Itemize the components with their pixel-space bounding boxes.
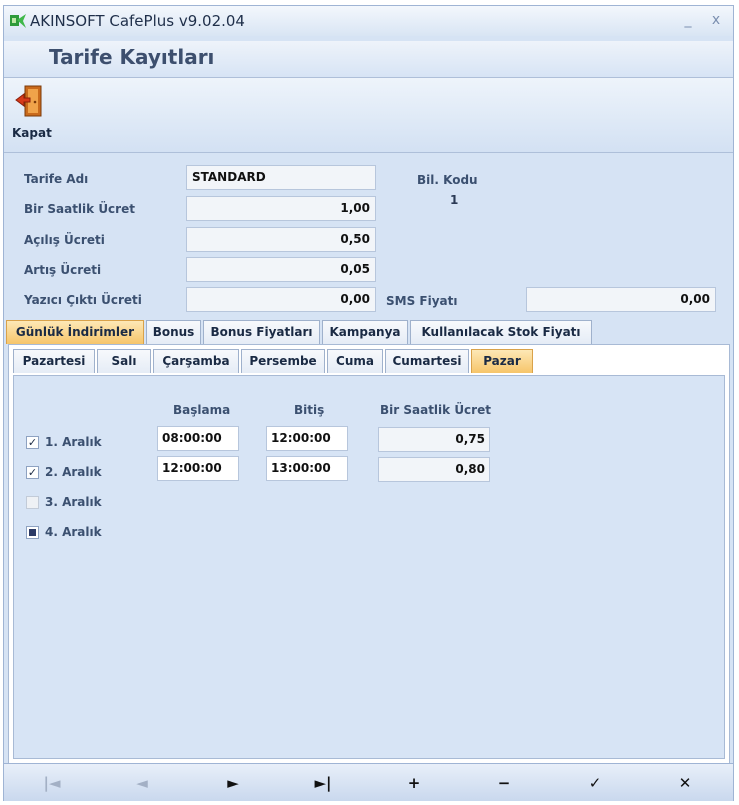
minimize-button[interactable]: _: [678, 10, 698, 30]
interval-4-label: 4. Aralık: [45, 525, 102, 539]
tab-persembe[interactable]: Persembe: [241, 349, 325, 373]
interval-1-start-field[interactable]: 08:00:00: [157, 426, 239, 451]
title-bar[interactable]: AKINSOFT CafePlus v9.02.04 _ x: [4, 6, 733, 36]
next-record-button[interactable]: ►: [213, 770, 253, 796]
bil-kodu-value: 1: [450, 193, 459, 207]
interval-1-end-field[interactable]: 12:00:00: [266, 426, 348, 451]
tab-cuma[interactable]: Cuma: [327, 349, 383, 373]
daily-discounts-panel: Pazartesi Salı Çarşamba Persembe Cuma Cu…: [8, 344, 730, 764]
yazici-cikti-ucreti-field[interactable]: 0,00: [186, 287, 376, 312]
page-header: Tarife Kayıtları: [4, 41, 733, 78]
bir-saatlik-ucret-field[interactable]: 1,00: [186, 196, 376, 221]
exit-door-icon: [15, 85, 42, 117]
close-toolbar-label: Kapat: [12, 126, 52, 140]
page-title: Tarife Kayıtları: [49, 45, 215, 69]
post-record-button[interactable]: ✓: [575, 770, 615, 796]
tab-gunluk-indirimler[interactable]: Günlük İndirimler: [6, 320, 144, 344]
bir-saatlik-ucret-label: Bir Saatlik Ücret: [24, 202, 135, 216]
interval-2-start-field[interactable]: 12:00:00: [157, 456, 239, 481]
start-column-header: Başlama: [173, 403, 231, 417]
tariff-form: Tarife Adı STANDARD Bir Saatlik Ücret 1,…: [4, 154, 733, 316]
tab-cumartesi[interactable]: Cumartesi: [385, 349, 469, 373]
close-window-button[interactable]: x: [706, 10, 726, 30]
record-navigator: |◄ ◄ ► ►| + − ✓ ✕: [4, 763, 733, 801]
interval-3-label: 3. Aralık: [45, 495, 102, 509]
delete-record-button[interactable]: −: [484, 770, 524, 796]
yazici-cikti-ucreti-label: Yazıcı Çıktı Ücreti: [24, 293, 142, 307]
intervals-panel: Başlama Bitiş Bir Saatlik Ücret ✓ 1. Ara…: [13, 375, 725, 759]
interval-2-end-field[interactable]: 13:00:00: [266, 456, 348, 481]
tab-pazar[interactable]: Pazar: [471, 349, 533, 373]
interval-2-checkbox[interactable]: ✓: [26, 466, 39, 479]
interval-2-label: 2. Aralık: [45, 465, 102, 479]
tab-kullanilacak-stok-fiyati[interactable]: Kullanılacak Stok Fiyatı: [410, 320, 592, 344]
interval-1-label: 1. Aralık: [45, 435, 102, 449]
cancel-record-button[interactable]: ✕: [665, 770, 705, 796]
bil-kodu-label: Bil. Kodu: [417, 173, 478, 187]
interval-2-price-field[interactable]: 0,80: [378, 457, 490, 482]
first-record-button[interactable]: |◄: [32, 770, 72, 796]
tab-kampanya[interactable]: Kampanya: [322, 320, 408, 344]
price-column-header: Bir Saatlik Ücret: [380, 403, 491, 417]
interval-3-checkbox[interactable]: [26, 496, 39, 509]
last-record-button[interactable]: ►|: [303, 770, 343, 796]
interval-1-checkbox[interactable]: ✓: [26, 436, 39, 449]
insert-record-button[interactable]: +: [394, 770, 434, 796]
acilis-ucreti-label: Açılış Ücreti: [24, 233, 105, 247]
sms-fiyati-label: SMS Fiyatı: [386, 294, 458, 308]
tarife-adi-label: Tarife Adı: [24, 172, 89, 186]
main-tab-strip: Günlük İndirimler Bonus Bonus Fiyatları …: [4, 320, 733, 346]
acilis-ucreti-field[interactable]: 0,50: [186, 227, 376, 252]
tab-sali[interactable]: Salı: [97, 349, 151, 373]
artis-ucreti-label: Artış Ücreti: [24, 263, 102, 277]
day-tab-strip: Pazartesi Salı Çarşamba Persembe Cuma Cu…: [11, 349, 727, 375]
sms-fiyati-field[interactable]: 0,00: [526, 287, 716, 312]
window-title: AKINSOFT CafePlus v9.02.04: [30, 12, 245, 30]
close-toolbar-button[interactable]: Kapat: [10, 82, 54, 146]
app-window: AKINSOFT CafePlus v9.02.04 _ x Tarife Ka…: [3, 5, 734, 801]
end-column-header: Bitiş: [294, 403, 325, 417]
interval-4-checkbox[interactable]: [26, 526, 39, 539]
toolbar: Kapat: [4, 78, 733, 153]
artis-ucreti-field[interactable]: 0,05: [186, 257, 376, 282]
cafeplus-logo-icon: [10, 14, 26, 28]
tab-pazartesi[interactable]: Pazartesi: [13, 349, 95, 373]
tab-bonus[interactable]: Bonus: [146, 320, 201, 344]
tab-carsamba[interactable]: Çarşamba: [153, 349, 239, 373]
interval-1-price-field[interactable]: 0,75: [378, 427, 490, 452]
prior-record-button[interactable]: ◄: [122, 770, 162, 796]
tarife-adi-field[interactable]: STANDARD: [186, 165, 376, 190]
tab-bonus-fiyatlari[interactable]: Bonus Fiyatları: [203, 320, 320, 344]
